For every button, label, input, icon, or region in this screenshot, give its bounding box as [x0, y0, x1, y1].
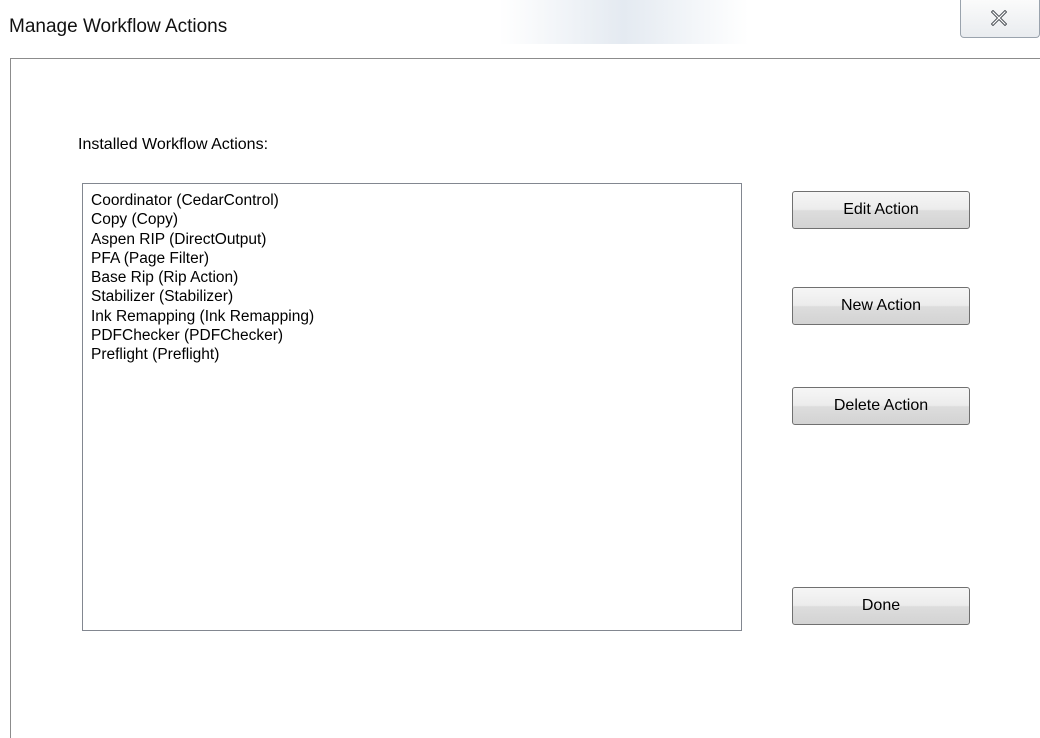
window-title: Manage Workflow Actions	[9, 16, 228, 37]
workflow-actions-list[interactable]: Coordinator (CedarControl) Copy (Copy) A…	[82, 183, 742, 631]
list-item[interactable]: PDFChecker (PDFChecker)	[91, 326, 741, 345]
list-item[interactable]: PFA (Page Filter)	[91, 249, 741, 268]
edit-action-button[interactable]: Edit Action	[792, 191, 970, 229]
list-item[interactable]: Copy (Copy)	[91, 210, 741, 229]
list-item[interactable]: Aspen RIP (DirectOutput)	[91, 230, 741, 249]
close-icon	[991, 10, 1007, 26]
list-item[interactable]: Stabilizer (Stabilizer)	[91, 287, 741, 306]
list-item[interactable]: Base Rip (Rip Action)	[91, 268, 741, 287]
list-item[interactable]: Ink Remapping (Ink Remapping)	[91, 307, 741, 326]
done-button[interactable]: Done	[792, 587, 970, 625]
new-action-button[interactable]: New Action	[792, 287, 970, 325]
installed-actions-label: Installed Workflow Actions:	[78, 136, 269, 153]
close-button[interactable]	[960, 0, 1040, 38]
list-item[interactable]: Preflight (Preflight)	[91, 345, 741, 364]
list-item[interactable]: Coordinator (CedarControl)	[91, 191, 741, 210]
delete-action-button[interactable]: Delete Action	[792, 387, 970, 425]
title-bar: Manage Workflow Actions	[0, 0, 1040, 44]
